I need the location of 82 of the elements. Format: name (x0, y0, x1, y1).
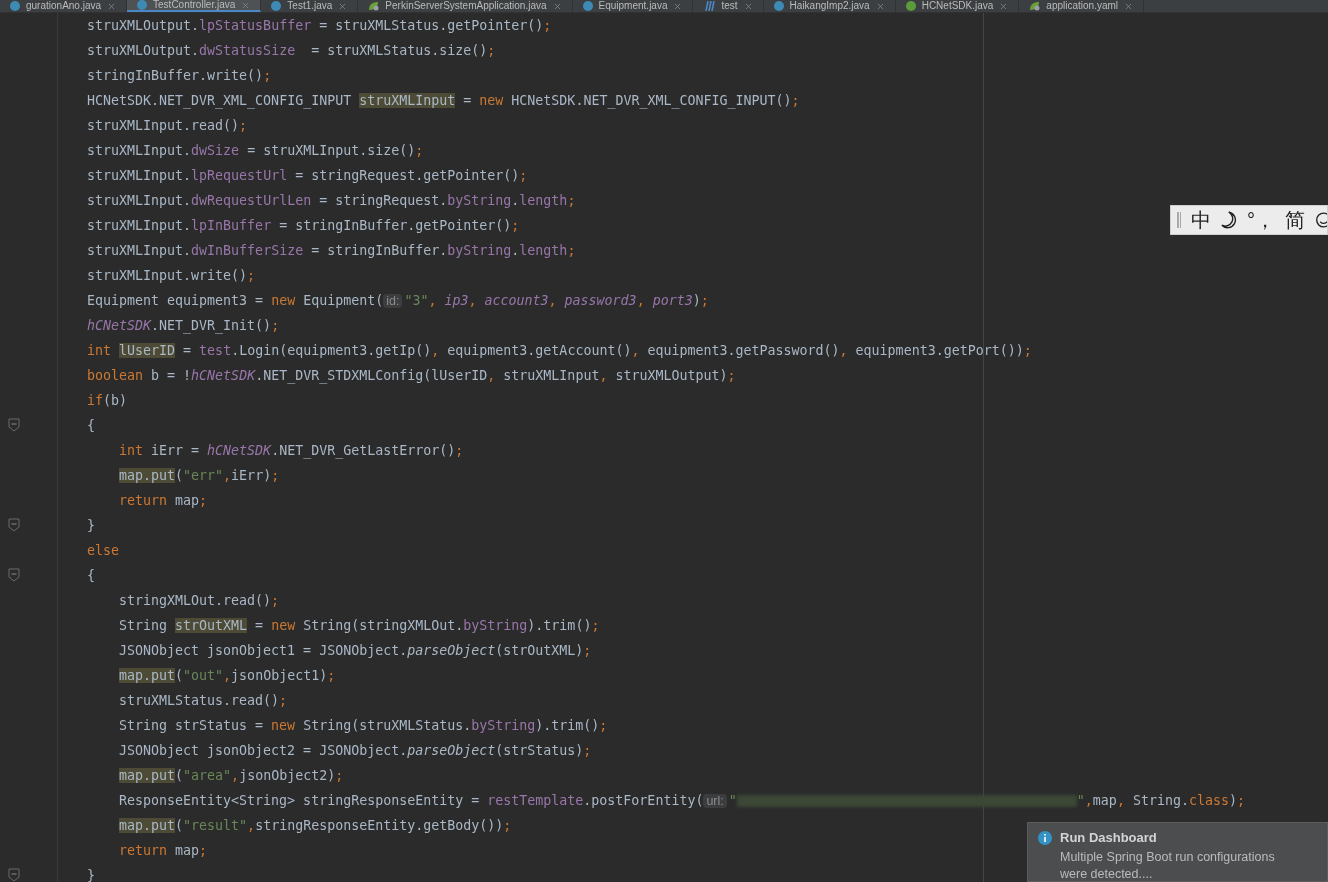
editor-tab[interactable]: test (693, 0, 764, 12)
grip-icon[interactable] (1177, 212, 1182, 228)
close-icon[interactable] (673, 1, 683, 11)
editor-tab[interactable]: PerkinServerSystemApplication.java (358, 0, 573, 12)
code-line: else (87, 541, 120, 560)
editor-tab[interactable]: HCNetSDK.java (895, 0, 1020, 12)
code-line: hCNetSDK.NET_DVR_Init(); (87, 316, 280, 336)
fold-marker-icon (8, 418, 20, 432)
code-line: struXMLStatus.read(); (119, 691, 288, 710)
code-line: map.put("err",iErr); (119, 466, 280, 485)
code-line: struXMLInput.dwInBufferSize = stringInBuffer.byString.length; (87, 241, 576, 260)
tab-label: Equipment.java (598, 0, 668, 12)
code-line: { (87, 566, 95, 585)
tab-label: gurationAno.java (26, 0, 102, 12)
notification-message: Multiple Spring Boot run configurations were detected.... (1060, 849, 1276, 882)
code-line: Equipment equipment3 = new Equipment( id: "3", ip3, account3, password3, port3); (87, 291, 709, 310)
ime-label[interactable]: 简 (1284, 206, 1305, 234)
code-line: map.put("result",stringResponseEntity.getBody()); (119, 816, 512, 835)
tab-label: PerkinServerSystemApplication.java (385, 0, 547, 12)
ime-label[interactable]: °， (1246, 206, 1275, 234)
code-line: JSONObject jsonObject2 = JSONObject.parseObject(strStatus); (119, 741, 592, 760)
slashes-icon (703, 1, 716, 11)
ime-label[interactable]: 中 (1191, 206, 1212, 234)
tab-label: HCNetSDK.java (921, 0, 994, 12)
close-icon[interactable] (1124, 1, 1134, 11)
code-line: ResponseEntity<String> stringResponseEntity = restTemplate.postForEntity( url: " ",map, String.class); (119, 791, 1245, 810)
close-icon[interactable] (875, 1, 885, 11)
code-line: struXMLInput.write(); (87, 266, 256, 285)
code-line: boolean b = !hCNetSDK.NET_DVR_STDXMLConfig(lUserID, struXMLInput, struXMLOutput); (87, 366, 736, 386)
code-line: struXMLInput.dwRequestUrlLen = stringRequest.byString.length; (87, 191, 576, 210)
class-icon (271, 1, 282, 11)
code-line: struXMLOutput.dwStatusSize = struXMLStatus.size(); (87, 41, 496, 60)
editor-tab[interactable]: application.yaml (1019, 0, 1145, 12)
code-line: return map; (119, 841, 208, 860)
code-line: struXMLInput.lpInBuffer = stringInBuffer.getPointer(); (87, 216, 520, 235)
code-line: if(b) (87, 391, 128, 410)
smiley-icon[interactable] (1314, 210, 1327, 230)
code-line: stringXMLOut.read(); (119, 591, 280, 610)
info-icon (1038, 831, 1052, 845)
code-line: JSONObject jsonObject1 = JSONObject.parseObject(strOutXML); (119, 641, 592, 660)
code-line: String strOutXML = new String(stringXMLOut.byString).trim(); (119, 616, 600, 635)
code-line: } (87, 516, 95, 535)
close-icon[interactable] (552, 1, 562, 11)
class-icon (10, 1, 20, 11)
tab-label: Test1.java (287, 0, 333, 12)
editor-tab[interactable]: Equipment.java (572, 0, 694, 12)
class-icon (773, 1, 784, 11)
code-line: String strStatus = new String(struXMLStatus.byString).trim(); (119, 716, 608, 735)
tab-label: application.yaml (1046, 0, 1119, 12)
code-line: int iErr = hCNetSDK.NET_DVR_GetLastError(); (119, 441, 464, 461)
close-icon[interactable] (241, 0, 251, 10)
code-line: struXMLInput.lpRequestUrl = stringRequest.getPointer(); (87, 166, 528, 185)
code-line: return map; (119, 491, 208, 510)
code-line: } (87, 866, 95, 882)
class-icon (137, 0, 148, 10)
code-line: map.put("area",jsonObject2); (119, 766, 344, 785)
fold-marker-icon (8, 518, 20, 532)
code-line: { (87, 416, 95, 435)
code-line: stringInBuffer.write(); (87, 66, 272, 85)
close-icon[interactable] (743, 1, 753, 11)
code-line: HCNetSDK.NET_DVR_XML_CONFIG_INPUT struXMLInput = new HCNetSDK.NET_DVR_XML_CONFIG_INPUT(); (87, 91, 800, 111)
code-line: map.put("out",jsonObject1); (119, 666, 336, 685)
tab-label: HaikangImp2.java (789, 0, 870, 12)
close-icon[interactable] (999, 1, 1009, 11)
code-line: struXMLInput.read(); (87, 116, 248, 135)
interface-icon (905, 1, 916, 11)
tab-label: TestController.java (153, 0, 236, 11)
notification-title: Run Dashboard (1060, 830, 1158, 846)
code-line: struXMLOutput.lpStatusBuffer = struXMLStatus.getPointer(); (87, 16, 552, 35)
close-icon[interactable] (107, 1, 117, 11)
fold-marker-icon (8, 568, 20, 582)
code-line: struXMLInput.dwSize = struXMLInput.size(); (87, 141, 424, 160)
editor-tab[interactable]: HaikangImp2.java (763, 0, 896, 12)
close-icon[interactable] (338, 1, 348, 11)
moon-icon[interactable] (1221, 210, 1237, 230)
leaf-icon (368, 1, 380, 11)
class-icon (582, 1, 593, 11)
tab-label: test (721, 0, 738, 12)
leaf-icon (1029, 1, 1041, 11)
code-line: int lUserID = test.Login(equipment3.getIp(), equipment3.getAccount(), equipment3.getPassword(), equipment3.getPort()); (87, 341, 1032, 360)
editor-tab[interactable]: Test1.java (261, 0, 359, 12)
editor-tab[interactable]: TestController.java (127, 0, 262, 12)
